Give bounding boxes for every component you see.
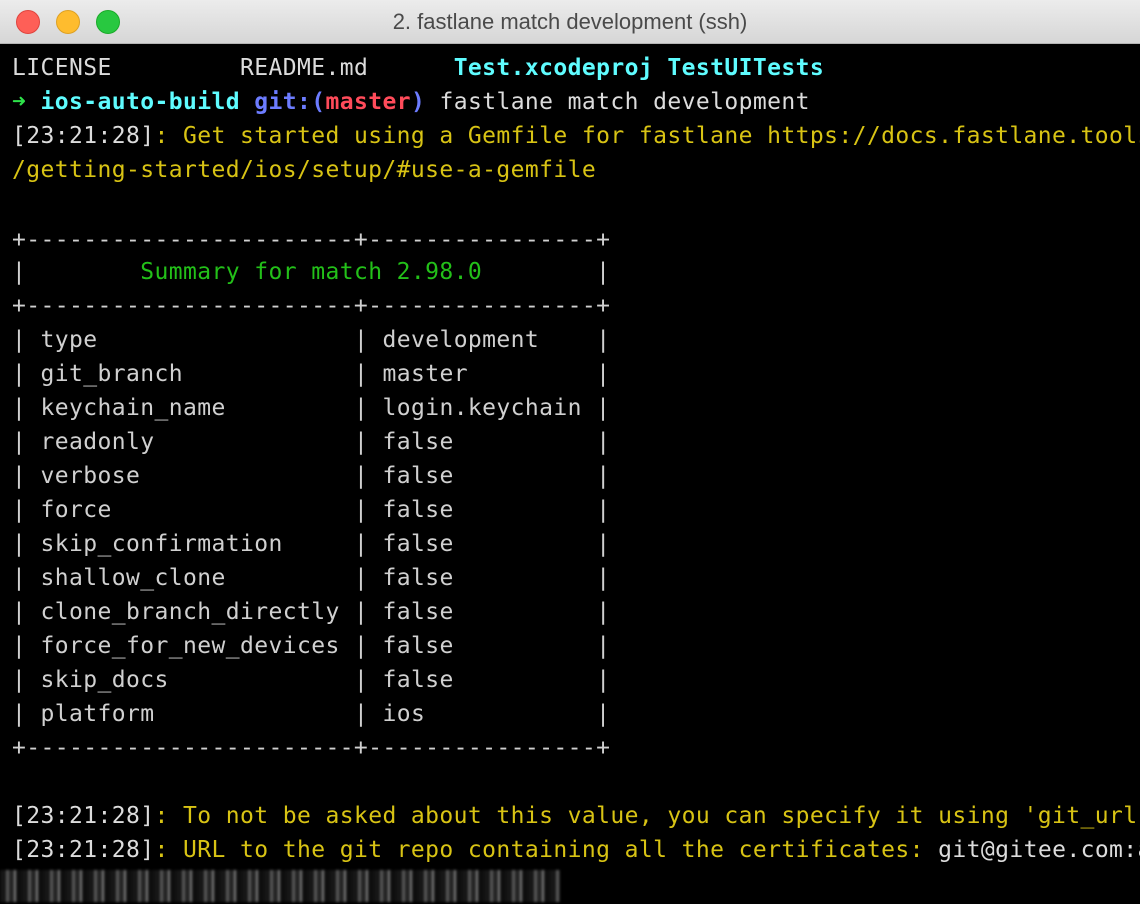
table-row: | git_branch | master | (12, 361, 611, 387)
table-cell-key: shallow_clone (40, 565, 226, 591)
table-row: | skip_confirmation | false | (12, 531, 611, 557)
dir-xcodeproj: Test.xcodeproj (453, 55, 654, 81)
table-cell-value: false (382, 531, 454, 557)
info-line-gemfile: [23:21:28]: Get started using a Gemfile … (12, 119, 1140, 153)
table-cell-key: git_branch (40, 361, 183, 387)
prompt-branch-close: ) (410, 89, 426, 115)
table-cell-value: false (382, 463, 454, 489)
table-cell-key: readonly (40, 429, 155, 455)
table-cell-value: false (382, 497, 454, 523)
table-cell-value: false (382, 429, 454, 455)
prompt-command: fastlane match development (439, 89, 810, 115)
table-row: | force | false | (12, 497, 611, 523)
info-text: : Get started using a Gemfile for fastla… (154, 123, 1140, 149)
prompt-branch-open: ( (311, 89, 326, 115)
table-cell-key: verbose (40, 463, 141, 489)
info-text: : URL to the git repo containing all the… (154, 837, 939, 863)
table-cell-value: login.keychain (382, 395, 582, 421)
info-line-repo-url: [23:21:28]: URL to the git repo containi… (12, 833, 1140, 867)
table-cell-value: false (382, 633, 454, 659)
prompt-directory: ios-auto-build (40, 89, 240, 115)
table-cell-value: development (382, 327, 540, 353)
timestamp: [23:21:28] (12, 123, 155, 149)
prompt-arrow-icon: ➜ (12, 89, 27, 115)
table-row: | force_for_new_devices | false | (12, 633, 611, 659)
table-border-top: +-----------------------+---------------… (12, 227, 611, 253)
table-cell-value: ios (382, 701, 426, 727)
table-border-bottom: +-----------------------+---------------… (12, 735, 611, 761)
table-row: | shallow_clone | false | (12, 565, 611, 591)
info-text-cont: /getting-started/ios/setup/#use-a-gemfil… (12, 157, 597, 183)
prompt-git-label: git: (254, 89, 312, 115)
repo-url-value: git@gitee.com:a (938, 837, 1140, 863)
redacted-text (0, 870, 560, 902)
table-title-row: | Summary for match 2.98.0 | (12, 259, 611, 285)
table-cell-key: skip_confirmation (40, 531, 283, 557)
timestamp: [23:21:28] (12, 803, 155, 829)
table-cell-key: platform (40, 701, 155, 727)
table-title: Summary for match 2.98.0 (140, 259, 483, 285)
info-text: : To not be asked about this value, you … (154, 803, 1140, 829)
table-row: | readonly | false | (12, 429, 611, 455)
table-row: | platform | ios | (12, 701, 611, 727)
title-bar: 2. fastlane match development (ssh) (0, 0, 1140, 44)
dir-uitests: TestUITests (667, 55, 825, 81)
table-border-mid: +-----------------------+---------------… (12, 293, 611, 319)
ls-output: LICENSE README.md Test.xcodeproj TestUIT… (12, 51, 824, 85)
table-row: | type | development | (12, 327, 611, 353)
table-cell-value: false (382, 667, 454, 693)
table-cell-key: clone_branch_directly (40, 599, 340, 625)
terminal-content[interactable]: LICENSE README.md Test.xcodeproj TestUIT… (0, 44, 1140, 904)
window-title: 2. fastlane match development (ssh) (392, 9, 748, 34)
table-cell-value: false (382, 599, 454, 625)
table-cell-value: master (382, 361, 468, 387)
info-line-git-url: [23:21:28]: To not be asked about this v… (12, 799, 1140, 833)
shell-prompt: ➜ ios-auto-build git:(master) fastlane m… (12, 85, 810, 119)
table-cell-key: force (40, 497, 112, 523)
info-line-gemfile-cont: /getting-started/ios/setup/#use-a-gemfil… (12, 153, 596, 187)
table-row: | verbose | false | (12, 463, 611, 489)
prompt-branch: master (325, 89, 411, 115)
table-cell-value: false (382, 565, 454, 591)
table-cell-key: force_for_new_devices (40, 633, 340, 659)
file-license: LICENSE (12, 55, 112, 81)
table-cell-key: skip_docs (40, 667, 169, 693)
table-cell-key: type (40, 327, 98, 353)
table-cell-key: keychain_name (40, 395, 226, 421)
table-row: | keychain_name | login.keychain | (12, 395, 611, 421)
file-readme: README.md (239, 55, 369, 81)
table-row: | clone_branch_directly | false | (12, 599, 611, 625)
table-row: | skip_docs | false | (12, 667, 611, 693)
timestamp: [23:21:28] (12, 837, 155, 863)
terminal-window: 2. fastlane match development (ssh) LICE… (0, 0, 1140, 904)
